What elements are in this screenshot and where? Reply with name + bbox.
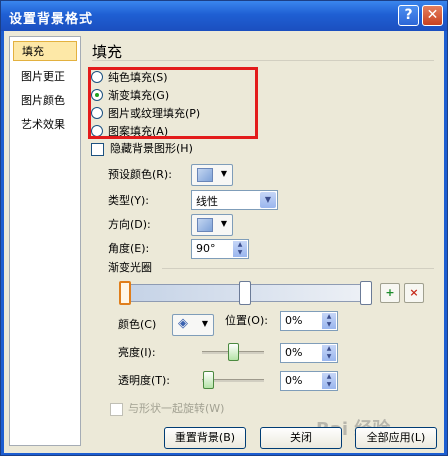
brightness-value: 0% (285, 346, 303, 359)
brightness-spinner[interactable]: 0% ▲ ▼ (280, 343, 338, 363)
section-heading: 填充 (92, 43, 123, 61)
stops-divider (162, 268, 434, 269)
spin-arrows-icon[interactable]: ▲ ▼ (322, 313, 336, 329)
direction-dropdown[interactable]: ▼ (191, 214, 233, 236)
rotate-with-shape-label: 与形状一起旋转(W) (128, 402, 225, 415)
hide-background-checkbox[interactable] (91, 143, 104, 156)
brightness-label: 亮度(I): (118, 346, 156, 359)
sidebar-item-artistic-effects[interactable]: 艺术效果 (13, 115, 77, 135)
highlight-annotation-box (88, 67, 258, 139)
color-label: 颜色(C) (118, 318, 157, 331)
category-sidebar: 填充 图片更正 图片颜色 艺术效果 (9, 36, 81, 446)
direction-label: 方向(D): (108, 218, 151, 231)
angle-spinner[interactable]: 90° ▲ ▼ (191, 239, 249, 259)
position-value: 0% (285, 314, 303, 327)
spin-arrows-icon[interactable]: ▲ ▼ (322, 373, 336, 389)
position-label: 位置(O): (225, 314, 268, 327)
chevron-down-icon: ▼ (220, 219, 227, 228)
title-bar[interactable]: 设置背景格式 ? ✕ (1, 1, 447, 31)
transparency-value: 0% (285, 374, 303, 387)
paint-bucket-icon: ◈ (178, 316, 188, 331)
gradient-stops-label: 渐变光圈 (108, 261, 152, 274)
preset-colors-dropdown[interactable]: ▼ (191, 164, 233, 186)
type-select[interactable]: 线性 ▼ (191, 190, 278, 210)
spin-arrows-icon[interactable]: ▲ ▼ (233, 241, 247, 257)
dialog-title: 设置背景格式 (9, 12, 94, 27)
close-window-button[interactable]: ✕ (422, 5, 443, 26)
angle-label: 角度(E): (108, 242, 150, 255)
type-value: 线性 (196, 195, 218, 208)
heading-divider (92, 60, 434, 61)
position-spinner[interactable]: 0% ▲ ▼ (280, 311, 338, 331)
type-label: 类型(Y): (108, 194, 150, 207)
gradient-stop-3[interactable] (360, 281, 372, 305)
remove-stop-icon: × (409, 286, 419, 299)
apply-to-all-button[interactable]: 全部应用(L) (355, 427, 437, 449)
dialog-window: 设置背景格式 ? ✕ 填充 图片更正 图片颜色 艺术效果 填充 纯色填充(S) … (0, 0, 448, 456)
sidebar-item-picture-color[interactable]: 图片颜色 (13, 91, 77, 111)
gradient-stop-2[interactable] (239, 281, 251, 305)
sidebar-item-picture-corrections[interactable]: 图片更正 (13, 67, 77, 87)
remove-gradient-stop-button[interactable]: × (404, 283, 424, 303)
hide-background-label: 隐藏背景图形(H) (110, 142, 193, 155)
close-button[interactable]: 关闭 (260, 427, 342, 449)
direction-swatch-icon (197, 218, 213, 232)
dialog-body: 填充 图片更正 图片颜色 艺术效果 填充 纯色填充(S) 渐变填充(G) 图片或… (4, 31, 444, 453)
sidebar-item-fill[interactable]: 填充 (13, 41, 77, 61)
help-button[interactable]: ? (398, 5, 419, 26)
spin-arrows-icon[interactable]: ▲ ▼ (322, 345, 336, 361)
gradient-stop-1[interactable] (119, 281, 131, 305)
chevron-down-icon[interactable]: ▼ (260, 192, 276, 208)
brightness-slider-thumb[interactable] (228, 343, 239, 361)
chevron-down-icon: ▼ (220, 169, 227, 178)
transparency-spinner[interactable]: 0% ▲ ▼ (280, 371, 338, 391)
preset-colors-label: 预设颜色(R): (108, 168, 172, 181)
rotate-with-shape-checkbox[interactable] (110, 403, 123, 416)
gradient-swatch-icon (197, 168, 213, 182)
reset-background-button[interactable]: 重置背景(B) (164, 427, 246, 449)
transparency-slider-thumb[interactable] (203, 371, 214, 389)
angle-value: 90° (196, 242, 216, 255)
chevron-down-icon: ▼ (201, 319, 208, 328)
add-stop-icon: + (385, 286, 395, 299)
transparency-label: 透明度(T): (118, 374, 171, 387)
color-picker-dropdown[interactable]: ◈ ▼ (172, 314, 214, 336)
add-gradient-stop-button[interactable]: + (380, 283, 400, 303)
